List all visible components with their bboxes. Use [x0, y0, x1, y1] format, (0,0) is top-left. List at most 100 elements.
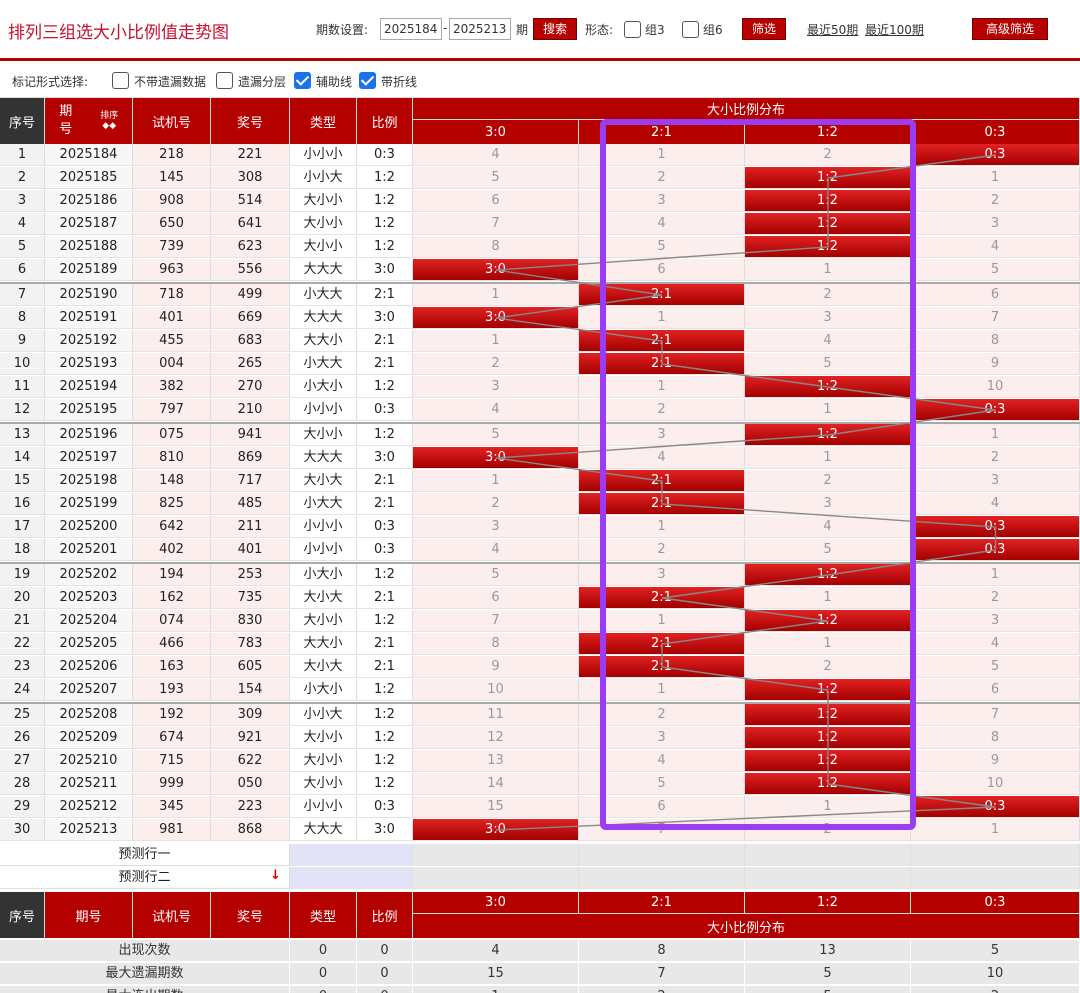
- row-prize-number: 623: [211, 236, 290, 258]
- group3-checkbox[interactable]: [624, 21, 641, 38]
- dist-miss-cell: 1: [911, 167, 1080, 189]
- row-type: 大小小: [290, 727, 357, 749]
- stat-label: 最大遗漏期数: [0, 963, 290, 985]
- dist-miss-cell: 15: [413, 796, 579, 818]
- dist-miss-cell: 2: [911, 447, 1080, 469]
- dist-hit-cell: 3:0: [413, 819, 579, 841]
- mark-options-label: 标记形式选择:: [12, 75, 89, 89]
- col-header-ratio: 比例: [357, 98, 413, 144]
- predict-arrow-icon[interactable]: ↓: [270, 868, 281, 883]
- dist-miss-cell: 2: [745, 144, 911, 166]
- group6-checkbox[interactable]: [682, 21, 699, 38]
- footer-header-period: 期号: [45, 892, 133, 938]
- row-index: 12: [0, 399, 45, 421]
- dist-miss-cell: 1: [413, 470, 579, 492]
- guide-line-label: 辅助线: [316, 75, 353, 89]
- row-trial-number: 163: [133, 656, 211, 678]
- dist-miss-cell: 3: [745, 493, 911, 515]
- dist-miss-cell: 2: [579, 704, 745, 726]
- recent-100-link[interactable]: 最近100期: [865, 21, 924, 38]
- search-button[interactable]: 搜索: [533, 18, 577, 40]
- row-trial-number: 908: [133, 190, 211, 212]
- advanced-filter-button[interactable]: 高级筛选: [972, 18, 1048, 40]
- dist-hit-cell: 1:2: [745, 424, 911, 446]
- dist-miss-cell: 5: [745, 539, 911, 561]
- sort-control[interactable]: 排序 ◆◆: [100, 111, 118, 131]
- col-header-distribution: 大小比例分布: [413, 98, 1080, 120]
- row-type: 小大大: [290, 284, 357, 306]
- no-miss-data-checkbox[interactable]: [112, 72, 129, 89]
- row-prize-number: 869: [211, 447, 290, 469]
- dist-miss-cell: 7: [413, 610, 579, 632]
- period-separator: -: [443, 21, 448, 35]
- dist-hit-cell: 0:3: [911, 796, 1080, 818]
- dist-hit-cell: 1:2: [745, 679, 911, 701]
- dist-hit-cell: 0:3: [911, 539, 1080, 561]
- dist-miss-cell: 4: [911, 493, 1080, 515]
- dist-hit-cell: 2:1: [579, 587, 745, 609]
- period-to-input[interactable]: [449, 18, 511, 40]
- footer-header-ratio: 比例: [357, 892, 413, 938]
- stat-dist-value: 1: [413, 986, 579, 993]
- row-index: 3: [0, 190, 45, 212]
- row-ratio: 1:2: [357, 610, 413, 632]
- col-header-type: 类型: [290, 98, 357, 144]
- stat-dist-value: 13: [745, 940, 911, 962]
- row-trial-number: 194: [133, 564, 211, 586]
- dist-hit-cell: 2:1: [579, 656, 745, 678]
- row-trial-number: 401: [133, 307, 211, 329]
- dist-miss-cell: 1: [911, 819, 1080, 841]
- miss-layer-checkbox[interactable]: [216, 72, 233, 89]
- row-ratio: 3:0: [357, 259, 413, 281]
- row-period: 2025213: [45, 819, 133, 841]
- row-period: 2025199: [45, 493, 133, 515]
- filter-button[interactable]: 筛选: [742, 18, 786, 40]
- stat-ratio: 0: [357, 986, 413, 993]
- row-trial-number: 797: [133, 399, 211, 421]
- dist-header-0: 3:0: [413, 120, 579, 144]
- dist-miss-cell: 1: [745, 447, 911, 469]
- row-prize-number: 622: [211, 750, 290, 772]
- row-trial-number: 075: [133, 424, 211, 446]
- row-index: 23: [0, 656, 45, 678]
- row-ratio: 0:3: [357, 144, 413, 166]
- row-index: 26: [0, 727, 45, 749]
- dist-miss-cell: 1: [579, 610, 745, 632]
- row-prize-number: 941: [211, 424, 290, 446]
- row-prize-number: 485: [211, 493, 290, 515]
- row-index: 7: [0, 284, 45, 306]
- dist-miss-cell: 2: [579, 539, 745, 561]
- dist-miss-cell: 6: [413, 587, 579, 609]
- row-period: 2025201: [45, 539, 133, 561]
- row-prize-number: 265: [211, 353, 290, 375]
- dist-hit-cell: 1:2: [745, 564, 911, 586]
- row-prize-number: 868: [211, 819, 290, 841]
- group3-label: 组3: [645, 23, 665, 37]
- dist-miss-cell: 6: [413, 190, 579, 212]
- dist-miss-cell: 1: [579, 376, 745, 398]
- dist-miss-cell: 1: [745, 633, 911, 655]
- dist-miss-cell: 3: [579, 564, 745, 586]
- row-index: 30: [0, 819, 45, 841]
- row-index: 9: [0, 330, 45, 352]
- recent-50-link[interactable]: 最近50期: [807, 21, 858, 38]
- row-ratio: 2:1: [357, 470, 413, 492]
- polyline-checkbox[interactable]: [359, 72, 376, 89]
- predict-row-2-input-area: [290, 867, 413, 889]
- dist-miss-cell: 10: [413, 679, 579, 701]
- row-prize-number: 210: [211, 399, 290, 421]
- period-from-input[interactable]: [380, 18, 442, 40]
- row-period: 2025204: [45, 610, 133, 632]
- dist-miss-cell: 2: [745, 819, 911, 841]
- no-miss-data-label: 不带遗漏数据: [134, 75, 207, 89]
- row-index: 28: [0, 773, 45, 795]
- row-type: 小小小: [290, 516, 357, 538]
- row-period: 2025208: [45, 704, 133, 726]
- dist-miss-cell: 5: [413, 167, 579, 189]
- guide-line-checkbox[interactable]: [294, 72, 311, 89]
- stat-label: 最大连出期数: [0, 986, 290, 993]
- row-ratio: 2:1: [357, 284, 413, 306]
- predict-row-1-label: 预测行一: [0, 844, 290, 866]
- row-ratio: 2:1: [357, 353, 413, 375]
- row-trial-number: 466: [133, 633, 211, 655]
